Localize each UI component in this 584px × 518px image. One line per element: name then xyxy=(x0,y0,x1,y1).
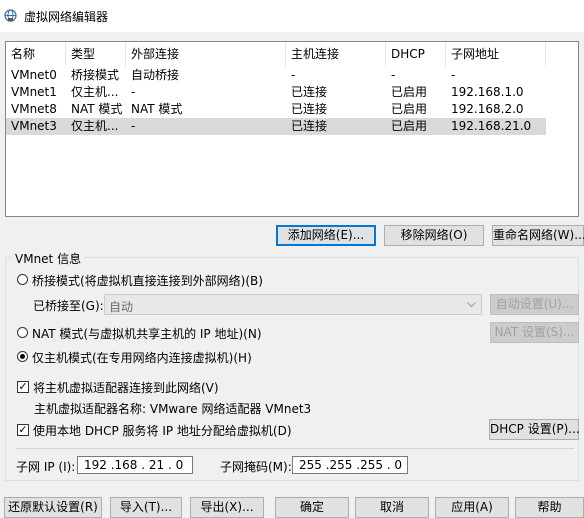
host-only-mode-radio[interactable] xyxy=(17,351,28,362)
nat-mode-label[interactable]: NAT 模式(与虚拟机共享主机的 IP 地址)(N) xyxy=(32,325,262,342)
add-network-button[interactable]: 添加网络(E)... xyxy=(276,225,376,246)
subnet-ip-label: 子网 IP (I): xyxy=(16,460,76,474)
restore-defaults-button[interactable]: 还原默认设置(R) xyxy=(4,497,102,518)
dhcp-settings-button[interactable]: DHCP 设置(P)... xyxy=(489,419,580,440)
column-header-type[interactable]: 类型 xyxy=(66,42,126,66)
help-button[interactable]: 帮助 xyxy=(515,497,584,518)
column-header-external[interactable]: 外部连接 xyxy=(126,42,286,66)
bridged-to-label: 已桥接至(G): xyxy=(33,299,104,313)
vmnet-info-label: VMnet 信息 xyxy=(12,250,85,267)
adapter-name-label: 主机虚拟适配器名称: VMware 网络适配器 VMnet3 xyxy=(34,402,312,416)
host-only-mode-label[interactable]: 仅主机模式(在专用网络内连接虚拟机)(H) xyxy=(32,349,252,366)
table-row-selected[interactable]: VMnet3 仅主机... - 已连接 已启用 192.168.21.0 xyxy=(6,118,546,135)
rename-network-button[interactable]: 重命名网络(W)... xyxy=(492,225,584,246)
network-list[interactable]: 名称 类型 外部连接 主机连接 DHCP 子网地址 VMnet0 桥接模式 自动… xyxy=(5,41,579,217)
window-title: 虚拟网络编辑器 xyxy=(24,10,109,24)
divider xyxy=(16,448,574,449)
subnet-mask-label: 子网掩码(M): xyxy=(220,460,292,474)
connect-adapter-label[interactable]: 将主机虚拟适配器连接到此网络(V) xyxy=(33,379,219,396)
title-bar: 虚拟网络编辑器 xyxy=(0,0,584,32)
table-row[interactable]: VMnet8 NAT 模式 NAT 模式 已连接 已启用 192.168.2.0 xyxy=(6,101,546,118)
dhcp-label[interactable]: 使用本地 DHCP 服务将 IP 地址分配给虚拟机(D) xyxy=(33,422,292,439)
apply-button[interactable]: 应用(A) xyxy=(435,497,509,518)
table-row[interactable]: VMnet1 仅主机... - 已连接 已启用 192.168.1.0 xyxy=(6,84,546,101)
column-header-dhcp[interactable]: DHCP xyxy=(386,42,446,66)
bridge-mode-label[interactable]: 桥接模式(将虚拟机直接连接到外部网络)(B) xyxy=(32,272,263,289)
ok-button[interactable]: 确定 xyxy=(275,497,349,518)
import-button[interactable]: 导入(T)... xyxy=(110,497,182,518)
bridge-mode-radio[interactable] xyxy=(17,274,28,285)
nat-settings-button[interactable]: NAT 设置(S)... xyxy=(490,322,579,343)
column-header-host[interactable]: 主机连接 xyxy=(286,42,386,66)
remove-network-button[interactable]: 移除网络(O) xyxy=(384,225,484,246)
column-header-name[interactable]: 名称 xyxy=(6,42,66,66)
network-globe-icon xyxy=(4,9,17,22)
table-row[interactable]: VMnet0 桥接模式 自动桥接 - - - xyxy=(6,67,546,84)
column-header-subnet[interactable]: 子网地址 xyxy=(446,42,546,66)
cancel-button[interactable]: 取消 xyxy=(355,497,429,518)
subnet-ip-field[interactable]: 192 .168 . 21 . 0 xyxy=(77,456,193,474)
connect-adapter-checkbox[interactable]: ✓ xyxy=(17,381,29,393)
auto-settings-button[interactable]: 自动设置(U)... xyxy=(490,294,579,315)
subnet-mask-field[interactable]: 255 .255 .255 . 0 xyxy=(292,456,408,474)
dhcp-checkbox[interactable]: ✓ xyxy=(17,424,29,436)
chevron-down-icon xyxy=(467,302,476,308)
nat-mode-radio[interactable] xyxy=(17,327,28,338)
bridged-to-select[interactable]: 自动 xyxy=(104,294,482,315)
export-button[interactable]: 导出(X)... xyxy=(190,497,264,518)
